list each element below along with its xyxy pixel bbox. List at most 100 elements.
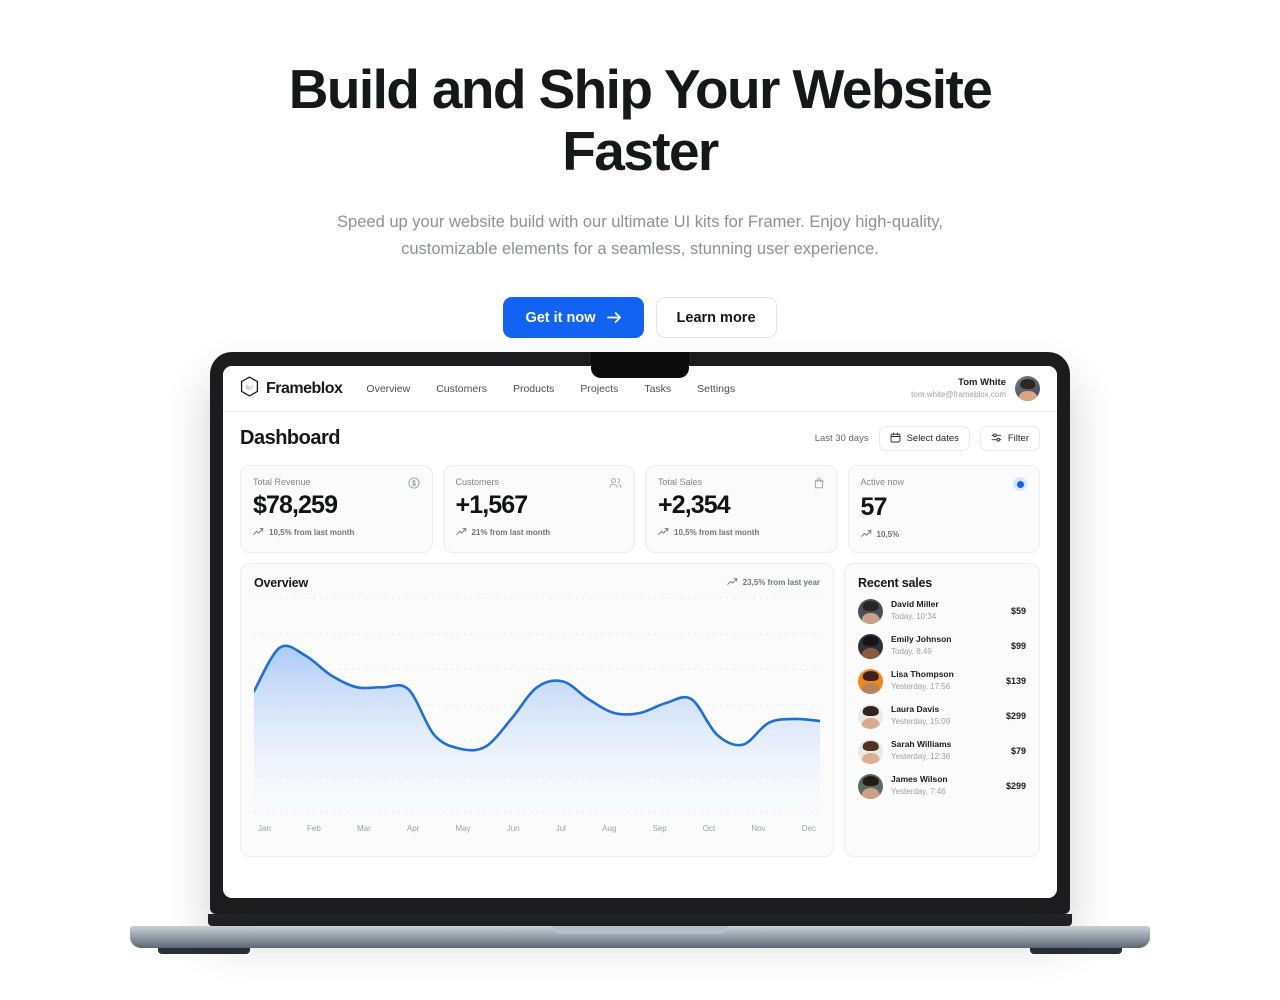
- laptop-base: [130, 926, 1150, 948]
- nav-item-tasks[interactable]: Tasks: [644, 383, 671, 395]
- stat-change: 21% from last month: [455, 527, 623, 538]
- chart-x-tick: Jul: [555, 823, 566, 833]
- chart-x-tick: Apr: [406, 823, 420, 833]
- chart-x-tick: Jan: [258, 823, 271, 833]
- stat-label: Total Sales: [658, 477, 703, 487]
- recent-sales-list: David Miller Today, 10:34 $59 Emily Johnson…: [858, 598, 1026, 799]
- dashboard-body: Dashboard Last 30 days Select dates Filt…: [223, 412, 1057, 857]
- chart-x-tick: Oct: [702, 823, 716, 833]
- recent-sales-title: Recent sales: [858, 575, 933, 590]
- page-title: Build and Ship Your Website Faster: [288, 58, 993, 182]
- overview-title: Overview: [254, 575, 308, 590]
- stat-value: +2,354: [658, 491, 731, 519]
- avatar: [858, 598, 883, 624]
- trending-up-icon: [455, 527, 467, 538]
- filter-button[interactable]: Filter: [979, 426, 1040, 451]
- chart-x-tick: May: [455, 823, 471, 833]
- overview-chart[interactable]: Jan Feb Mar Apr May Jun Jul Aug Sep Oct Nov Dec: [254, 594, 820, 844]
- trending-up-icon: [658, 527, 669, 538]
- sale-time: Yesterday, 12:36: [891, 752, 951, 762]
- stat-cards: Total Revenue $78,259 10,5% from last mo…: [240, 465, 1040, 553]
- user-info: Tom White tom.white@frameblox.com: [911, 377, 1006, 401]
- trending-up-icon: [860, 529, 872, 540]
- sale-amount: $59: [1010, 606, 1026, 616]
- dashboard-panels: Overview 23,5% from last year Jan Feb Ma…: [240, 562, 1040, 857]
- sale-amount: $79: [1010, 746, 1026, 756]
- chart-svg: [254, 597, 820, 822]
- list-item[interactable]: Lisa Thompson Yesterday, 17:56 $139: [858, 668, 1026, 694]
- chart-x-tick: Nov: [751, 823, 766, 833]
- list-item[interactable]: Laura Davis Yesterday, 15:09 $299: [858, 703, 1026, 729]
- list-item[interactable]: Sarah Williams Yesterday, 12:36 $79: [858, 738, 1026, 764]
- brand-name: Frameblox: [266, 379, 343, 397]
- nav-item-overview[interactable]: Overview: [366, 383, 410, 395]
- get-it-now-label: Get it now: [525, 309, 596, 326]
- laptop-feet: [130, 948, 1150, 954]
- landing-page: Build and Ship Your Website Faster Speed…: [0, 0, 1280, 1000]
- dashboard-title: Dashboard: [240, 427, 340, 449]
- laptop-lid: Frameblox Overview Customers Products Pr…: [210, 352, 1070, 914]
- list-item[interactable]: David Miller Today, 10:34 $59: [858, 598, 1026, 624]
- overview-trend: 23,5% from last year: [726, 577, 820, 588]
- list-item[interactable]: James Wilson Yesterday, 7:46 $299: [858, 773, 1026, 799]
- sale-info: David Miller Today, 10:34: [891, 599, 939, 622]
- user-email: tom.white@frameblox.com: [911, 389, 1006, 399]
- chart-x-tick: Sep: [652, 823, 667, 833]
- sale-customer-name: Sarah Williams: [891, 739, 952, 750]
- sale-info: Sarah Williams Yesterday, 12:36: [891, 739, 951, 762]
- trending-up-icon: [253, 527, 264, 538]
- user-name: Tom White: [958, 376, 1006, 388]
- sale-info: James Wilson Yesterday, 7:46: [891, 774, 948, 797]
- get-it-now-button[interactable]: Get it now: [503, 297, 644, 338]
- filter-sliders-icon: [991, 432, 1002, 446]
- chart-x-tick: Feb: [307, 823, 321, 833]
- stat-card-active-now: Active now 57 10,5%: [847, 465, 1040, 553]
- laptop-mockup: Frameblox Overview Customers Products Pr…: [0, 352, 1280, 954]
- sale-time: Yesterday, 17:56: [891, 682, 951, 692]
- stat-label: Active now: [860, 477, 905, 487]
- list-item[interactable]: Emily Johnson Today, 8:49 $99: [858, 633, 1026, 659]
- trending-up-icon: [726, 577, 738, 588]
- avatar: [858, 773, 883, 799]
- main-nav: Overview Customers Products Projects Tas…: [366, 383, 735, 395]
- sale-customer-name: Lisa Thompson: [891, 669, 954, 680]
- nav-item-projects[interactable]: Projects: [580, 383, 618, 395]
- stat-change-label: 21% from last month: [471, 527, 551, 537]
- sale-customer-name: Emily Johnson: [891, 634, 952, 645]
- stat-change: 10,5% from last month: [658, 527, 825, 538]
- stat-change: 10,5% from last month: [253, 527, 420, 538]
- avatar: [858, 703, 883, 729]
- sale-amount: $299: [1005, 781, 1026, 791]
- laptop-foot-left: [158, 948, 250, 954]
- status-dot-icon: [1013, 477, 1027, 491]
- user-menu[interactable]: Tom White tom.white@frameblox.com: [911, 376, 1040, 401]
- avatar[interactable]: [1015, 376, 1040, 401]
- sale-time: Yesterday, 15:09: [891, 717, 951, 727]
- chart-x-tick: Jun: [506, 823, 520, 833]
- stat-card-total-sales: Total Sales +2,354 10,5% from last month: [645, 465, 838, 553]
- select-dates-button[interactable]: Select dates: [878, 426, 970, 451]
- sale-time: Yesterday, 7:46: [891, 787, 946, 797]
- arrow-right-icon: [606, 311, 622, 324]
- chart-x-tick: Mar: [356, 823, 371, 833]
- avatar: [858, 738, 883, 764]
- stat-change: 10,5%: [860, 529, 1028, 540]
- nav-item-customers[interactable]: Customers: [436, 383, 487, 395]
- calendar-icon: [890, 432, 901, 446]
- stat-change-label: 10,5%: [876, 529, 900, 539]
- laptop-foot-right: [1030, 948, 1122, 954]
- sale-customer-name: James Wilson: [891, 774, 948, 785]
- chart-x-tick: Dec: [801, 823, 816, 833]
- sale-info: Laura Davis Yesterday, 15:09: [891, 704, 950, 727]
- nav-item-products[interactable]: Products: [513, 383, 554, 395]
- recent-sales-panel: Recent sales David Miller Today, 10:34 $59…: [844, 562, 1040, 857]
- sale-amount: $99: [1010, 641, 1026, 651]
- laptop-hinge: [208, 914, 1072, 926]
- sale-amount: $299: [1005, 711, 1026, 721]
- cta-row: Get it now Learn more: [0, 297, 1280, 338]
- learn-more-button[interactable]: Learn more: [655, 297, 777, 338]
- nav-item-settings[interactable]: Settings: [697, 383, 735, 395]
- sale-amount: $139: [1005, 676, 1026, 686]
- overview-chart-panel: Overview 23,5% from last year Jan Feb Ma…: [240, 562, 834, 857]
- brand-logo[interactable]: Frameblox: [240, 375, 343, 402]
